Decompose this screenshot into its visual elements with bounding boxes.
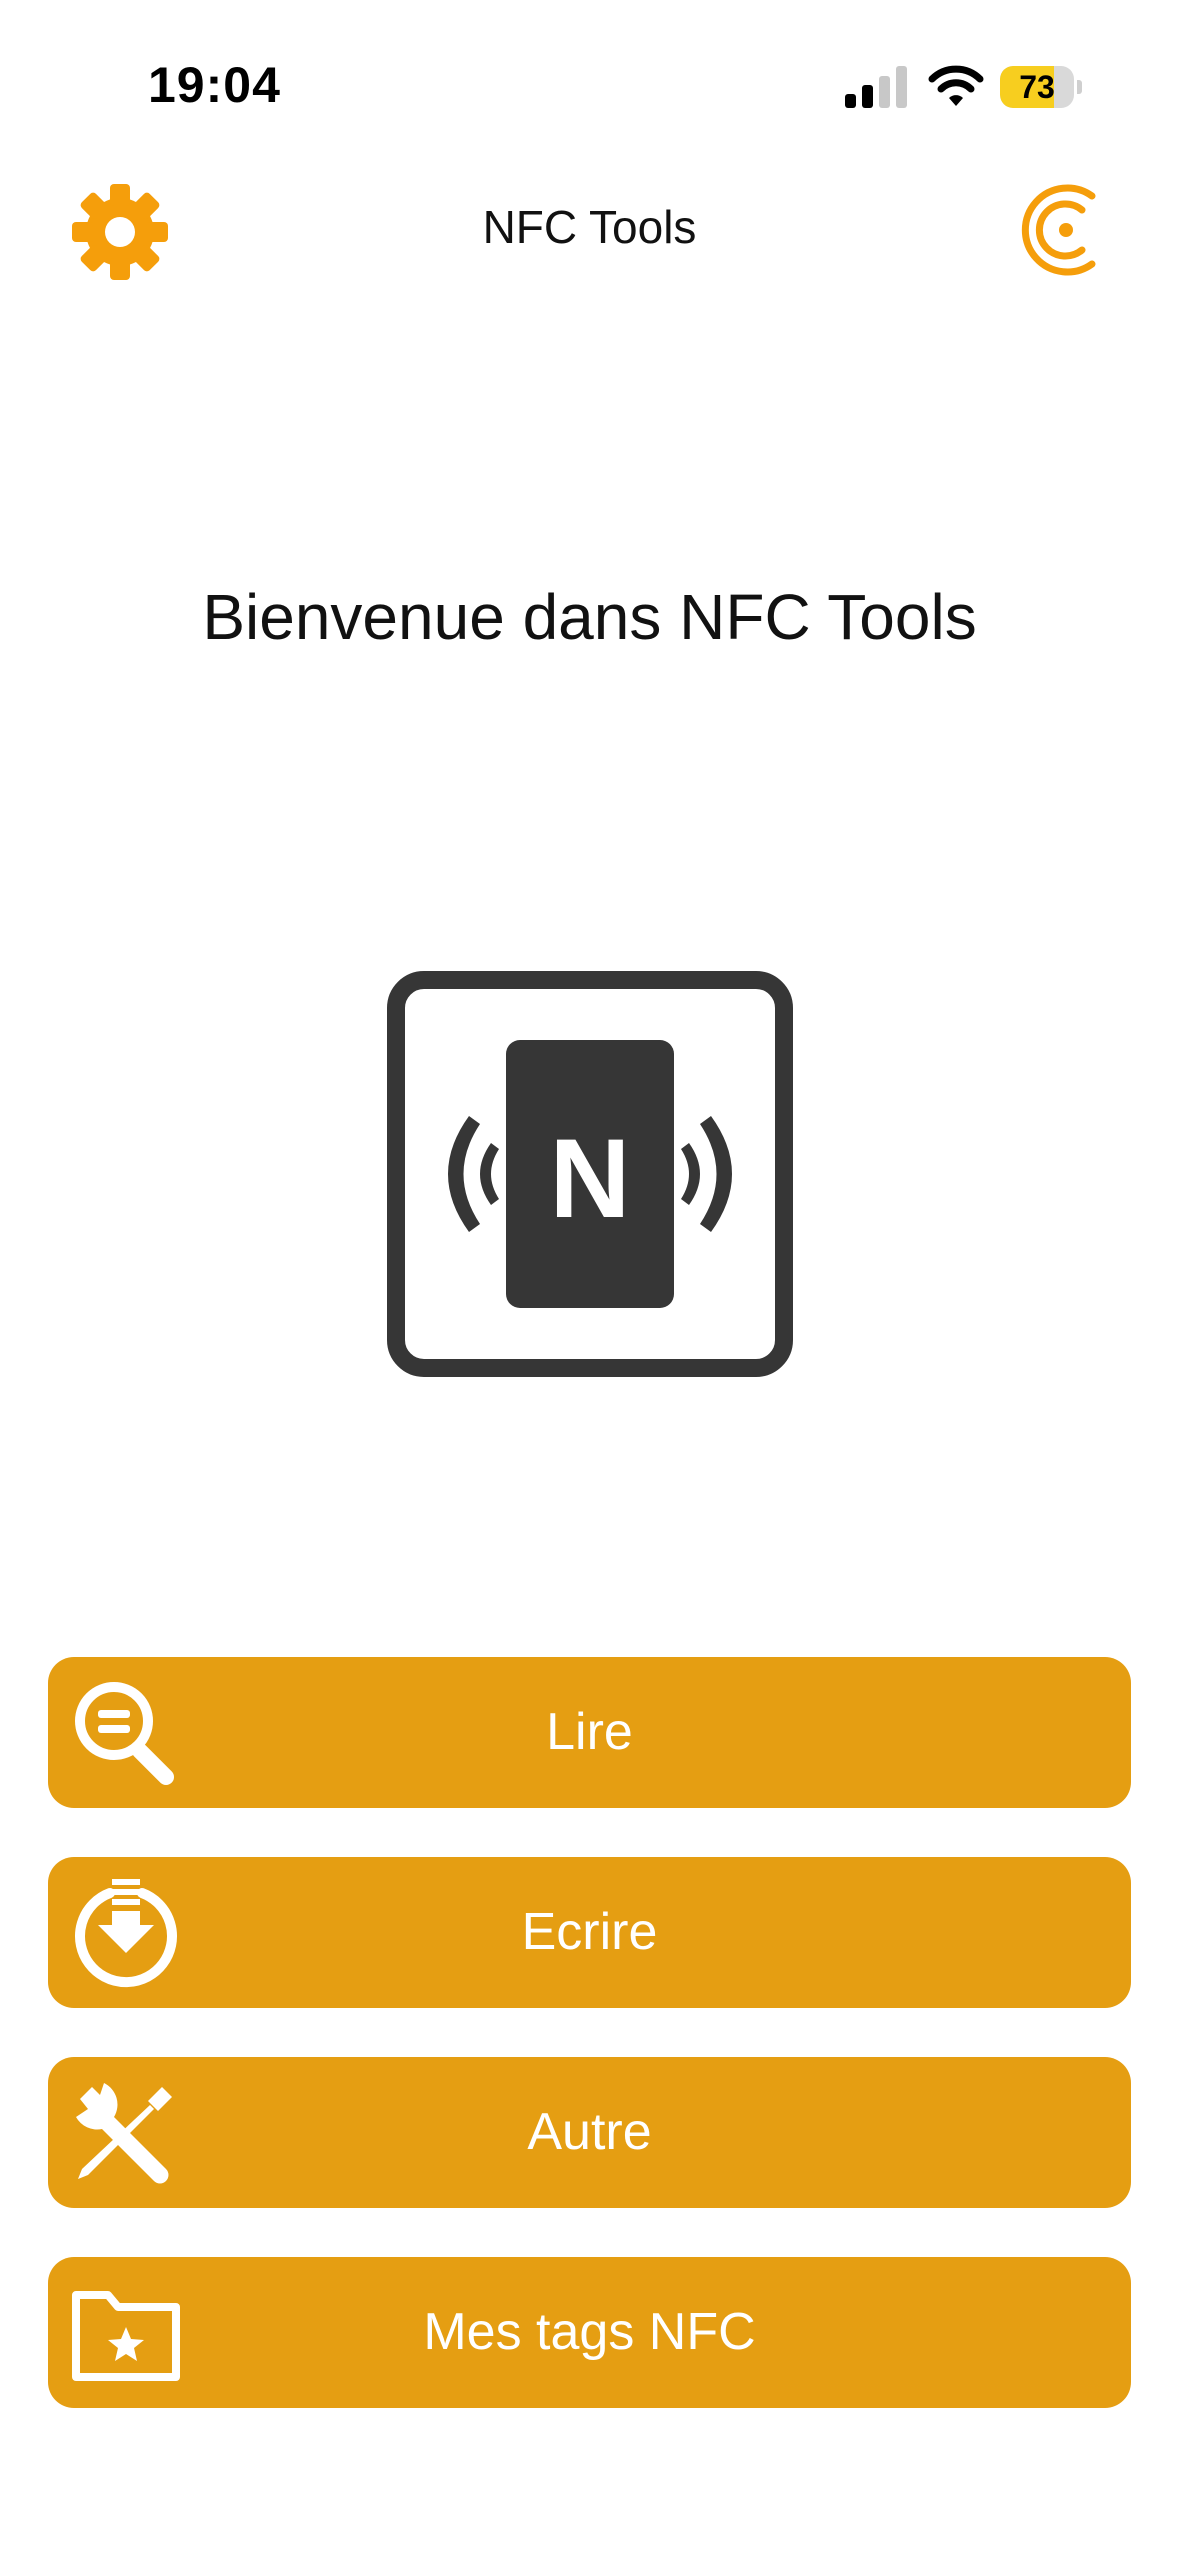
nfc-letter: N — [550, 1116, 631, 1241]
other-button-label: Autre — [527, 2103, 652, 2161]
cellular-signal-icon — [845, 66, 907, 108]
write-button-label: Ecrire — [521, 1903, 658, 1961]
welcome-heading: Bienvenue dans NFC Tools — [202, 581, 977, 653]
my-nfc-tags-button[interactable]: Mes tags NFC — [48, 2257, 1131, 2408]
read-button[interactable]: Lire — [48, 1657, 1131, 1808]
read-button-label: Lire — [546, 1703, 633, 1761]
battery-icon: 73 — [1000, 66, 1082, 108]
battery-body: 73 — [1000, 66, 1074, 108]
app-logo-icon[interactable] — [1010, 180, 1110, 280]
nfc-phone-icon: N — [387, 971, 793, 1377]
battery-level: 73 — [1019, 69, 1055, 105]
battery-cap — [1077, 80, 1082, 94]
my-nfc-tags-button-label: Mes tags NFC — [423, 2303, 756, 2361]
other-button[interactable]: Autre — [48, 2057, 1131, 2208]
wifi-icon — [928, 65, 984, 106]
nav-title: NFC Tools — [482, 201, 697, 253]
write-button[interactable]: Ecrire — [48, 1857, 1131, 2008]
status-bar: 19:04 73 — [0, 0, 1179, 170]
status-time: 19:04 — [148, 57, 281, 113]
